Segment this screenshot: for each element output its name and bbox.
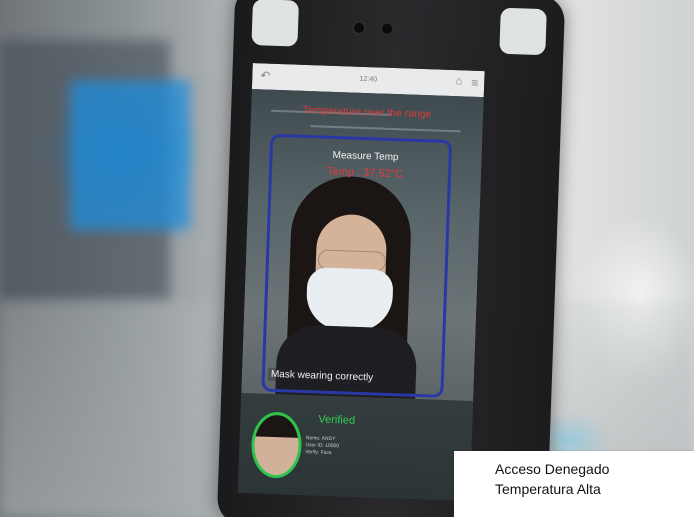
caption-line-2: Temperatura Alta [495,481,601,497]
camera-lens-icon [351,20,367,35]
avatar-hair [254,414,300,438]
photo-scene: ↶ 12:40 ⌂ ≡ Temperature over the range M… [0,0,694,517]
ceiling-line [310,125,461,133]
temperature-kiosk: ↶ 12:40 ⌂ ≡ Temperature over the range M… [216,0,566,517]
verification-status: Verified [318,413,356,427]
verify-mode: Verify: Face [305,449,332,457]
menu-icon[interactable]: ≡ [471,76,478,90]
user-meta: Name: ANDY User ID: 10000 Verify: Face [305,435,339,457]
kiosk-screen: ↶ 12:40 ⌂ ≡ Temperature over the range M… [237,63,485,501]
camera-lens-icon [379,21,395,36]
sensor-left [251,0,299,47]
background-blue-light [70,80,190,230]
caption-line-1: Acceso Denegado [495,461,610,477]
sensor-right [499,7,547,56]
home-icon[interactable]: ⌂ [455,75,462,87]
caption-box: Acceso Denegado Temperatura Alta [454,451,694,517]
status-time: 12:40 [359,75,378,84]
